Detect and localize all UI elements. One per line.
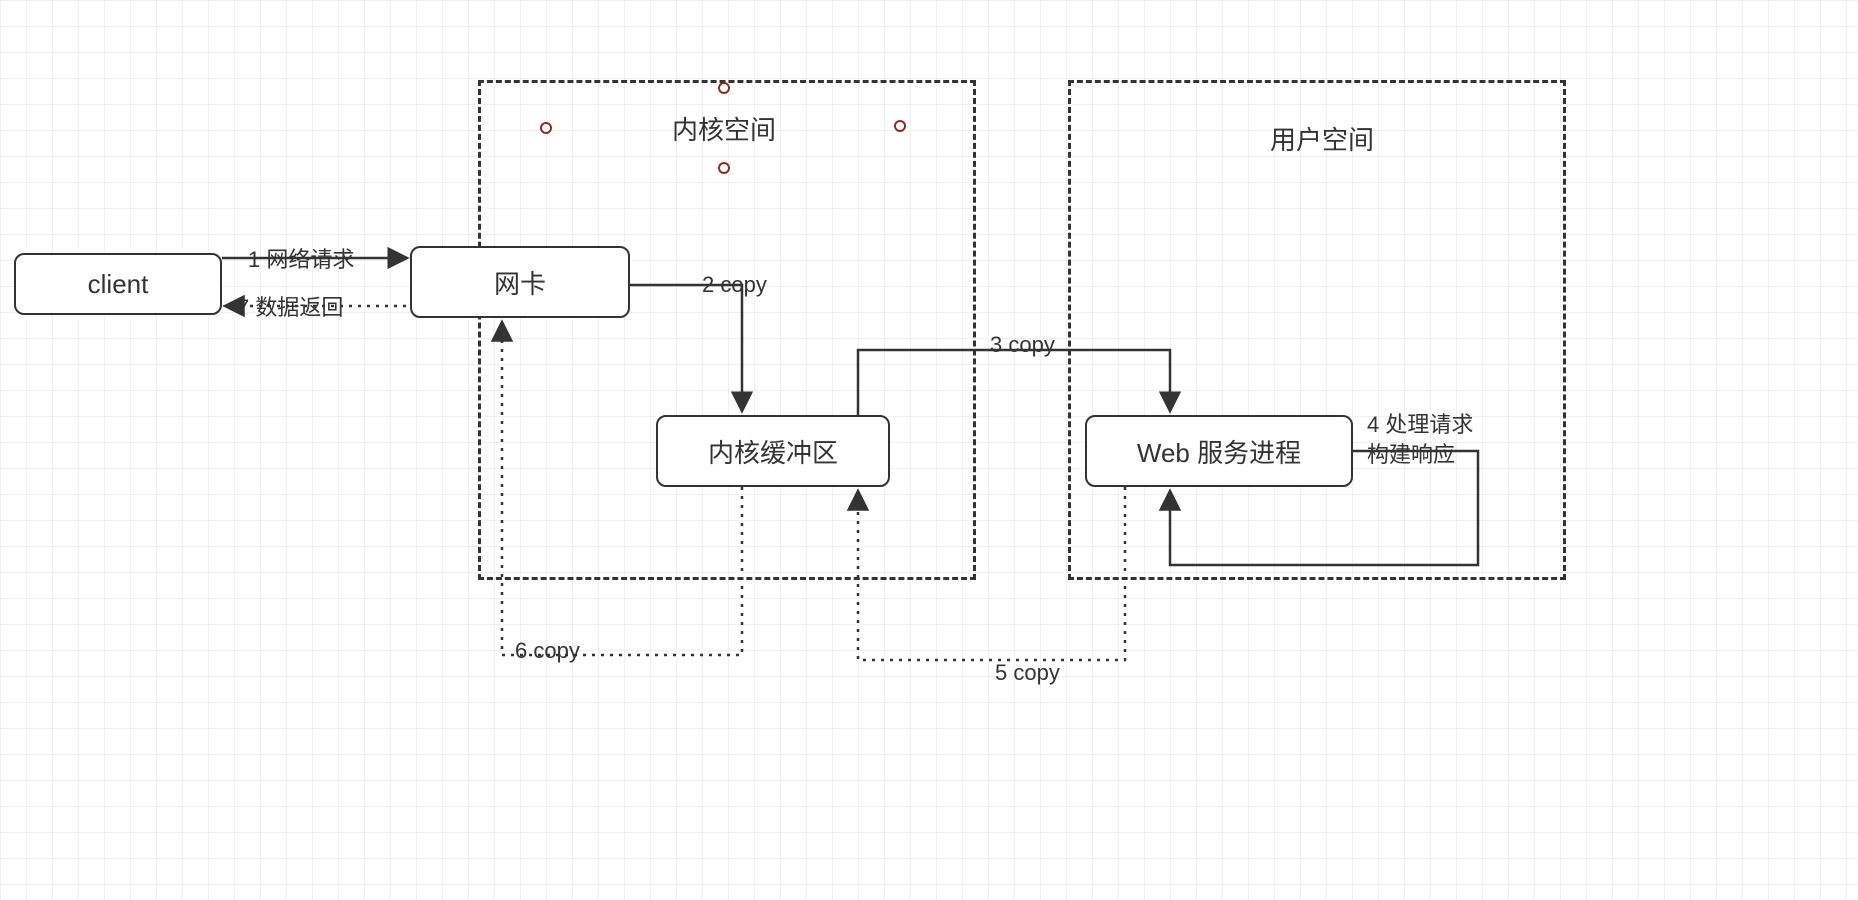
circle-icon xyxy=(718,82,730,94)
edge-5-label: 5 copy xyxy=(995,660,1060,686)
edge-7-label: 7 数据返回 xyxy=(237,290,343,322)
kernel-space-container xyxy=(478,80,976,580)
edge-4-line2: 构建响应 xyxy=(1367,440,1473,470)
edge-2-label: 2 copy xyxy=(702,272,767,298)
edge-4-label: 4 处理请求 构建响应 xyxy=(1367,410,1473,469)
circle-icon xyxy=(540,122,552,134)
edge-6-label: 6 copy xyxy=(515,638,580,664)
kernel-buffer-box: 内核缓冲区 xyxy=(656,415,890,487)
web-process-box: Web 服务进程 xyxy=(1085,415,1353,487)
kernel-buffer-label: 内核缓冲区 xyxy=(708,433,838,470)
edge-3-label: 3 copy xyxy=(990,332,1055,358)
user-space-title: 用户空间 xyxy=(1270,120,1374,157)
web-process-label: Web 服务进程 xyxy=(1137,433,1301,470)
edge-4-line1: 4 处理请求 xyxy=(1367,410,1473,440)
kernel-space-title: 内核空间 xyxy=(672,110,776,147)
circle-icon xyxy=(894,120,906,132)
edge-1-label: 1 网络请求 xyxy=(248,242,354,274)
nic-box: 网卡 xyxy=(410,246,630,318)
circle-icon xyxy=(718,162,730,174)
nic-label: 网卡 xyxy=(494,264,546,301)
client-label: client xyxy=(88,269,149,300)
client-box: client xyxy=(14,253,222,315)
